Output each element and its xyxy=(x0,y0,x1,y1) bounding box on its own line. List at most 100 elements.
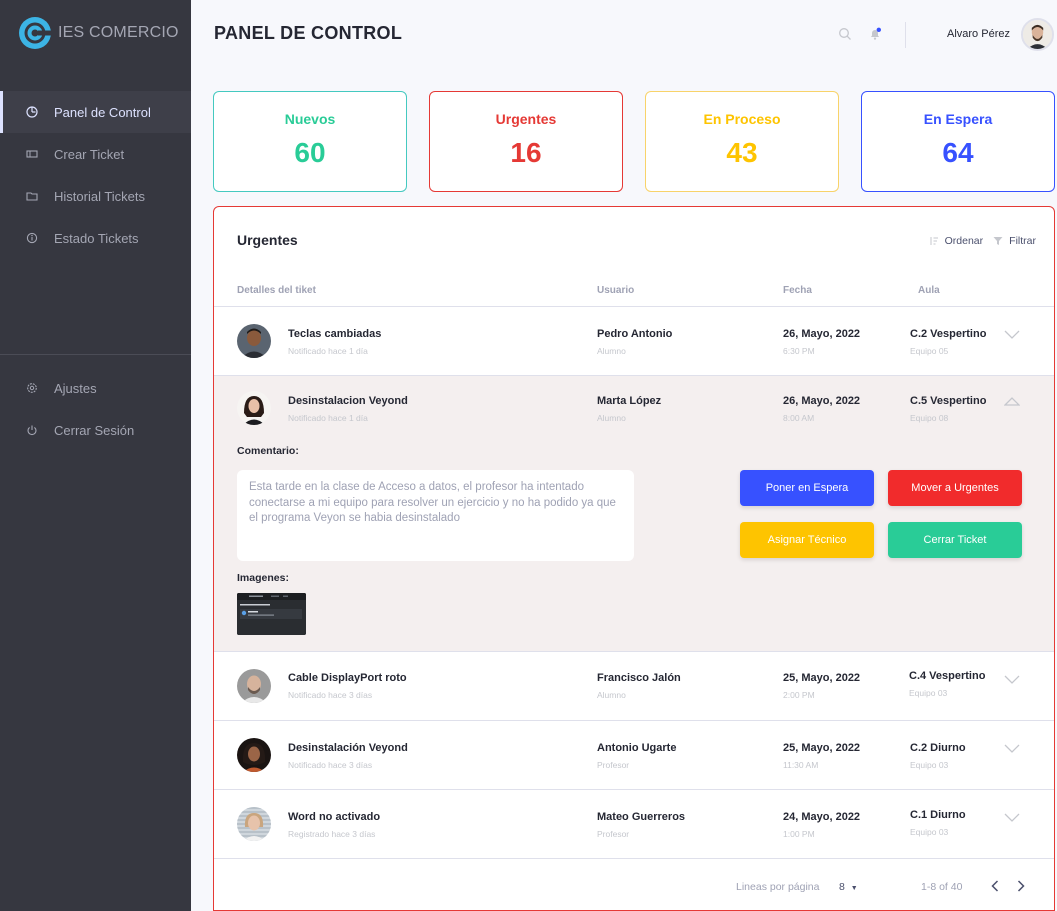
sidebar-item-ajustes[interactable]: Ajustes xyxy=(0,367,191,409)
table-row[interactable]: Word no activado Registrado hace 3 días … xyxy=(214,790,1054,858)
sort-label: Ordenar xyxy=(944,235,984,247)
caret-down-icon: ▼ xyxy=(850,885,858,892)
ticket-date: 24, Mayo, 2022 xyxy=(783,811,861,823)
ticket-date: 26, Mayo, 2022 xyxy=(783,328,861,340)
chevron-down-icon[interactable] xyxy=(1004,330,1020,340)
ticket-aula: C.1 Diurno xyxy=(910,809,966,821)
ticket-user: Pedro Antonio xyxy=(597,328,673,340)
ticket-equipo: Equipo 03 xyxy=(909,688,948,698)
ticket-subtitle: Registrado hace 3 días xyxy=(288,829,376,839)
chevron-down-icon[interactable] xyxy=(1004,813,1020,823)
table-row-expanded[interactable]: Desinstalacion Veyond Notificado hace 1 … xyxy=(214,376,1054,651)
ticket-user-role: Alumno xyxy=(597,346,626,356)
stat-card-en-proceso[interactable]: En Proceso 43 xyxy=(645,91,839,192)
table-row[interactable]: Cable DisplayPort roto Notificado hace 3… xyxy=(214,652,1054,720)
rows-per-page-label: Lineas por página xyxy=(736,881,820,893)
panel-tools: Ordenar Filtrar xyxy=(919,235,1036,247)
image-thumbnail[interactable] xyxy=(237,593,306,635)
ticket-time: 6:30 PM xyxy=(783,346,815,356)
column-header-detalles[interactable]: Detalles del tiket xyxy=(237,285,316,296)
user-avatar[interactable] xyxy=(1021,18,1054,51)
ticket-equipo: Equipo 08 xyxy=(910,413,949,423)
column-header-aula[interactable]: Aula xyxy=(918,285,940,296)
stat-label: En Espera xyxy=(923,111,993,127)
logo-icon xyxy=(19,17,52,49)
mover-a-urgentes-button[interactable]: Mover a Urgentes xyxy=(888,470,1022,506)
ticket-user: Antonio Ugarte xyxy=(597,742,677,754)
sidebar-item-panel-de-control[interactable]: Panel de Control xyxy=(0,91,191,133)
cerrar-ticket-button[interactable]: Cerrar Ticket xyxy=(888,522,1022,558)
chevron-down-icon[interactable] xyxy=(1004,744,1020,754)
ticket-date: 25, Mayo, 2022 xyxy=(783,742,861,754)
rows-per-page-select[interactable]: 8 ▼ xyxy=(839,881,858,893)
stat-card-en-espera[interactable]: En Espera 64 xyxy=(861,91,1055,192)
ticket-user-role: Profesor xyxy=(597,829,630,839)
filter-label: Filtrar xyxy=(1009,235,1036,247)
chevron-right-icon[interactable] xyxy=(1015,879,1027,893)
ticket-user: Mateo Guerreros xyxy=(597,811,686,823)
ticket-icon xyxy=(26,148,38,160)
sidebar-item-label: Ajustes xyxy=(54,380,97,396)
secondary-nav: Ajustes Cerrar Sesión xyxy=(0,367,191,451)
ticket-time: 2:00 PM xyxy=(783,690,815,700)
sidebar-divider xyxy=(0,354,191,355)
bell-icon[interactable] xyxy=(868,27,882,41)
stat-card-urgentes[interactable]: Urgentes 16 xyxy=(429,91,623,192)
ticket-date: 25, Mayo, 2022 xyxy=(783,672,861,684)
ticket-subtitle: Notificado hace 1 día xyxy=(288,346,368,356)
sidebar-item-label: Historial Tickets xyxy=(54,188,146,204)
user-name[interactable]: Alvaro Pérez xyxy=(947,28,1010,40)
pagination-range: 1-8 of 40 xyxy=(921,881,963,893)
poner-en-espera-button[interactable]: Poner en Espera xyxy=(740,470,874,506)
ticket-subtitle: Notificado hace 3 días xyxy=(288,760,373,770)
ticket-user-role: Alumno xyxy=(597,413,626,423)
brand[interactable]: IES COMERCIO xyxy=(18,16,179,50)
comment-label: Comentario: xyxy=(237,445,299,457)
panel-title: Urgentes xyxy=(237,232,298,248)
avatar xyxy=(237,807,271,841)
ticket-time: 8:00 AM xyxy=(783,413,815,423)
ticket-equipo: Equipo 03 xyxy=(910,827,949,837)
power-icon xyxy=(26,424,38,436)
sidebar-item-historial-tickets[interactable]: Historial Tickets xyxy=(0,175,191,217)
ticket-title: Cable DisplayPort roto xyxy=(288,672,407,684)
sidebar-item-label: Cerrar Sesión xyxy=(54,422,135,438)
chevron-up-icon[interactable] xyxy=(1004,396,1020,406)
sidebar-item-label: Crear Ticket xyxy=(54,146,125,162)
rows-per-page-value: 8 xyxy=(839,881,845,893)
gear-icon xyxy=(26,382,38,394)
chevron-down-icon[interactable] xyxy=(1004,675,1020,685)
ticket-date: 26, Mayo, 2022 xyxy=(783,395,861,407)
asignar-tecnico-button[interactable]: Asignar Técnico xyxy=(740,522,874,558)
ticket-title: Teclas cambiadas xyxy=(288,328,382,340)
sidebar-item-estado-tickets[interactable]: Estado Tickets xyxy=(0,217,191,259)
ticket-aula: C.4 Vespertino xyxy=(909,670,986,682)
sidebar: IES COMERCIO Panel de Control Crear Tick… xyxy=(0,0,191,911)
sidebar-item-cerrar-sesion[interactable]: Cerrar Sesión xyxy=(0,409,191,451)
ticket-time: 1:00 PM xyxy=(783,829,815,839)
search-icon[interactable] xyxy=(838,27,852,41)
stat-label: Urgentes xyxy=(495,111,557,127)
avatar xyxy=(237,738,271,772)
filter-button[interactable]: Filtrar xyxy=(993,235,1036,247)
table-row[interactable]: Desinstalación Veyond Notificado hace 3 … xyxy=(214,721,1054,789)
column-header-fecha[interactable]: Fecha xyxy=(783,285,812,296)
sort-button[interactable]: Ordenar xyxy=(929,235,984,247)
sidebar-item-crear-ticket[interactable]: Crear Ticket xyxy=(0,133,191,175)
ticket-user-role: Alumno xyxy=(597,690,626,700)
folder-icon xyxy=(26,190,38,202)
column-header-usuario[interactable]: Usuario xyxy=(597,285,634,296)
filter-icon xyxy=(993,237,1003,245)
stat-label: En Proceso xyxy=(703,111,781,127)
ticket-user: Francisco Jalón xyxy=(597,672,681,684)
stat-card-nuevos[interactable]: Nuevos 60 xyxy=(213,91,407,192)
avatar xyxy=(237,391,271,425)
stat-value: 64 xyxy=(942,137,974,168)
header-divider xyxy=(905,22,906,48)
ticket-title: Desinstalación Veyond xyxy=(288,742,408,754)
table-row[interactable]: Teclas cambiadas Notificado hace 1 día P… xyxy=(214,307,1054,375)
chevron-left-icon[interactable] xyxy=(989,879,1001,893)
avatar xyxy=(237,324,271,358)
ticket-user-role: Profesor xyxy=(597,760,630,770)
stat-value: 16 xyxy=(510,137,542,168)
